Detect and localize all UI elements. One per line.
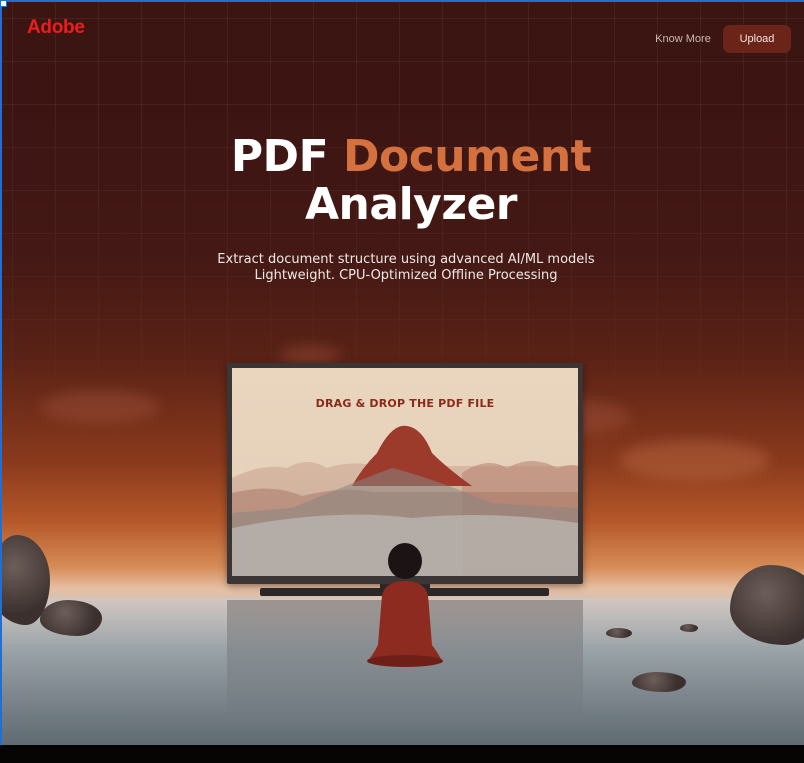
selection-outline-top xyxy=(0,0,804,4)
title-word-pdf: PDF xyxy=(230,131,329,182)
rock xyxy=(680,624,698,632)
cloud xyxy=(620,440,770,480)
bottom-bar xyxy=(0,745,804,763)
know-more-link[interactable]: Know More xyxy=(648,28,718,50)
title-word-document: Document xyxy=(342,131,592,182)
upload-button[interactable]: Upload xyxy=(723,25,791,53)
adobe-logo[interactable]: Adobe xyxy=(27,17,85,39)
hero-background: DRAG & DROP THE PDF FILE xyxy=(0,0,804,745)
cloud xyxy=(40,390,160,424)
rock xyxy=(40,600,102,636)
hero-subtitle: Extract document structure using advance… xyxy=(0,252,804,284)
cloud xyxy=(280,345,340,365)
page-title: PDF Document Analyzer xyxy=(0,133,804,229)
subtitle-line-1: Extract document structure using advance… xyxy=(217,252,595,267)
child-figure xyxy=(367,543,443,667)
title-word-analyzer: Analyzer xyxy=(305,179,517,230)
rock xyxy=(606,628,632,638)
selection-handle[interactable] xyxy=(0,0,7,7)
subtitle-line-2: Lightweight. CPU-Optimized Offline Proce… xyxy=(254,268,558,283)
selection-outline-left xyxy=(0,0,4,745)
rock xyxy=(632,672,686,692)
